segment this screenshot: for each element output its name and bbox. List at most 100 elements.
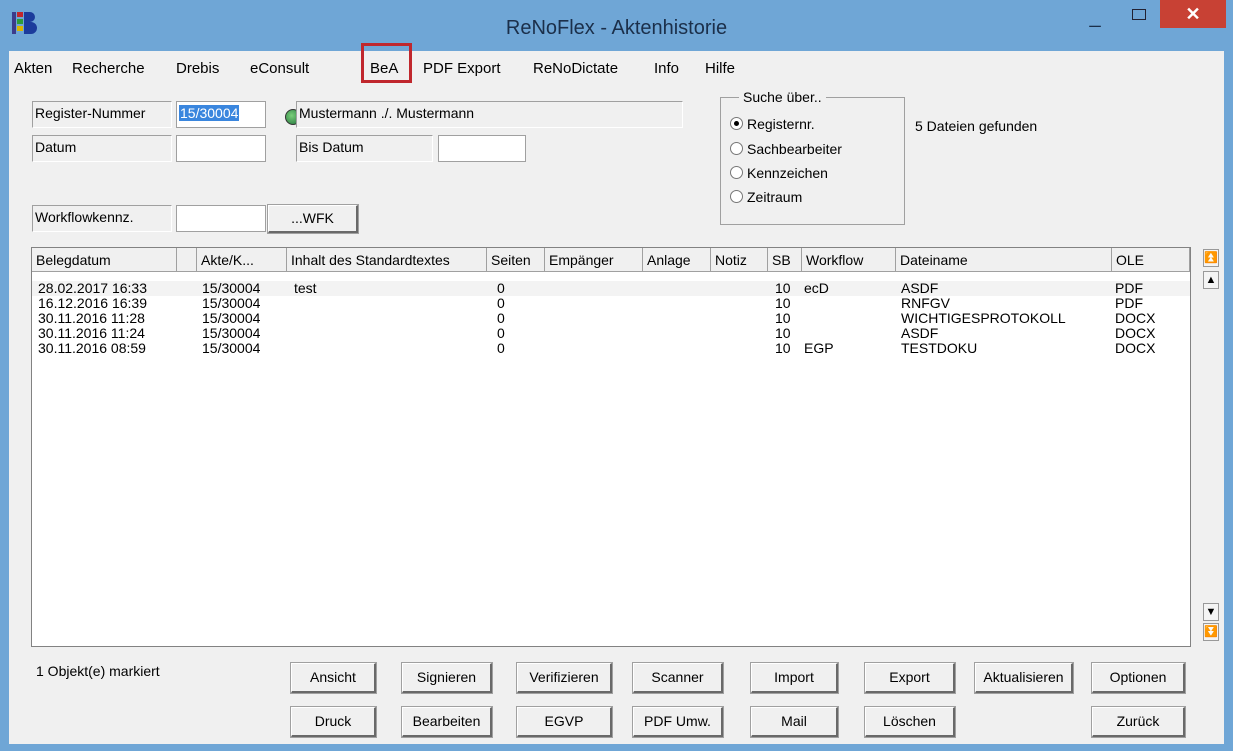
cell-sb: 10 [775,310,791,326]
bearbeiten-button[interactable]: Bearbeiten [401,706,493,738]
workflow-label: Workflowkennz. [32,205,172,232]
scroll-bottom-button[interactable]: ⏬ [1203,623,1219,641]
col-sb[interactable]: SB [768,248,802,272]
search-result-count: 5 Dateien gefunden [915,118,1038,134]
import-button[interactable]: Import [750,662,839,694]
table-row[interactable]: 30.11.2016 11:28 15/30004 0 10 WICHTIGES… [32,310,1190,326]
cell-dateiname: ASDF [901,325,939,341]
cell-ole: PDF [1115,295,1143,311]
radio-kennzeichen-label: Kennzeichen [747,165,828,181]
cell-akte: 15/30004 [202,295,261,311]
egvp-button[interactable]: EGVP [516,706,613,738]
menu-bea-highlight [361,43,412,83]
mail-button[interactable]: Mail [750,706,839,738]
menu-pdf-export[interactable]: PDF Export [423,60,501,77]
verifizieren-button[interactable]: Verifizieren [516,662,613,694]
cell-ole: DOCX [1115,310,1156,326]
radio-off-icon [730,166,743,179]
cell-workflow: EGP [804,340,834,356]
pdf-umw-button[interactable]: PDF Umw. [632,706,724,738]
datum-field[interactable] [176,135,266,162]
menu-econsult[interactable]: eConsult [250,60,309,77]
cell-ole: PDF [1115,280,1143,296]
parties-display: Mustermann ./. Mustermann [296,101,683,128]
title-bar[interactable]: ReNoFlex - Aktenhistorie _ ✕ [0,0,1233,50]
menu-info[interactable]: Info [654,60,679,77]
col-akte[interactable]: Akte/K... [197,248,287,272]
menu-recherche[interactable]: Recherche [72,60,145,77]
search-legend: Suche über.. [739,89,826,105]
cell-dateiname: WICHTIGESPROTOKOLL [901,310,1066,326]
cell-sb: 10 [775,280,791,296]
scroll-down-button[interactable]: ▼ [1203,603,1219,621]
scroll-up-button[interactable]: ▲ [1203,271,1219,289]
col-anlage[interactable]: Anlage [643,248,711,272]
minimize-button[interactable]: _ [1075,0,1115,28]
cell-akte: 15/30004 [202,310,261,326]
datum-label: Datum [32,135,172,162]
close-button[interactable]: ✕ [1160,0,1226,28]
cell-seiten: 0 [497,310,505,326]
table-row[interactable]: 28.02.2017 16:33 15/30004 test 0 10 ecD … [32,280,1190,296]
maximize-icon [1132,9,1146,20]
radio-registernr[interactable]: Registernr. [730,116,815,132]
col-inhalt[interactable]: Inhalt des Standardtextes [287,248,487,272]
druck-button[interactable]: Druck [290,706,377,738]
signieren-button[interactable]: Signieren [401,662,493,694]
zurueck-button[interactable]: Zurück [1091,706,1186,738]
col-ole[interactable]: OLE [1112,248,1190,272]
wfk-button[interactable]: ...WFK [267,204,359,234]
register-label: Register-Nummer [32,101,172,128]
list-header: Belegdatum Akte/K... Inhalt des Standard… [32,248,1190,272]
window-title: ReNoFlex - Aktenhistorie [505,17,728,39]
cell-ole: DOCX [1115,325,1156,341]
export-button[interactable]: Export [864,662,956,694]
cell-sb: 10 [775,340,791,356]
col-dateiname[interactable]: Dateiname [896,248,1112,272]
cell-akte: 15/30004 [202,340,261,356]
radio-sachbearbeiter-label: Sachbearbeiter [747,141,842,157]
cell-akte: 15/30004 [202,325,261,341]
ansicht-button[interactable]: Ansicht [290,662,377,694]
table-row[interactable]: 16.12.2016 16:39 15/30004 0 10 RNFGV PDF [32,295,1190,311]
loeschen-button[interactable]: Löschen [864,706,956,738]
col-empaenger[interactable]: Empänger [545,248,643,272]
col-belegdatum[interactable]: Belegdatum [32,248,177,272]
file-list[interactable]: Belegdatum Akte/K... Inhalt des Standard… [31,247,1191,647]
menu-drebis[interactable]: Drebis [176,60,219,77]
radio-zeitraum-label: Zeitraum [747,189,803,205]
col-seiten[interactable]: Seiten [487,248,545,272]
cell-seiten: 0 [497,325,505,341]
col-notiz[interactable]: Notiz [711,248,768,272]
col-workflow[interactable]: Workflow [802,248,896,272]
workflow-field[interactable] [176,205,266,232]
bis-datum-field[interactable] [438,135,526,162]
cell-belegdatum: 28.02.2017 16:33 [38,280,147,296]
radio-off-icon [730,190,743,203]
cell-seiten: 0 [497,340,505,356]
radio-sachbearbeiter[interactable]: Sachbearbeiter [730,141,842,157]
cell-workflow: ecD [804,280,829,296]
col-blank[interactable] [177,248,197,272]
cell-sb: 10 [775,325,791,341]
menu-renodictate[interactable]: ReNoDictate [533,60,618,77]
cell-dateiname: RNFGV [901,295,950,311]
cell-akte: 15/30004 [202,280,261,296]
cell-seiten: 0 [497,295,505,311]
aktualisieren-button[interactable]: Aktualisieren [974,662,1074,694]
cell-belegdatum: 30.11.2016 08:59 [38,340,146,356]
menu-akten[interactable]: Akten [14,60,52,77]
cell-seiten: 0 [497,280,505,296]
register-number-field[interactable]: 15/30004 [176,101,266,128]
menu-hilfe[interactable]: Hilfe [705,60,735,77]
app-window: ReNoFlex - Aktenhistorie _ ✕ Akten Reche… [0,0,1233,751]
register-number-value: 15/30004 [179,105,240,121]
table-row[interactable]: 30.11.2016 11:24 15/30004 0 10 ASDF DOCX [32,325,1190,341]
radio-kennzeichen[interactable]: Kennzeichen [730,165,828,181]
radio-zeitraum[interactable]: Zeitraum [730,189,802,205]
scanner-button[interactable]: Scanner [632,662,724,694]
table-row[interactable]: 30.11.2016 08:59 15/30004 0 10 EGP TESTD… [32,340,1190,356]
optionen-button[interactable]: Optionen [1091,662,1186,694]
scroll-top-button[interactable]: ⏫ [1203,249,1219,267]
maximize-button[interactable] [1118,0,1158,28]
